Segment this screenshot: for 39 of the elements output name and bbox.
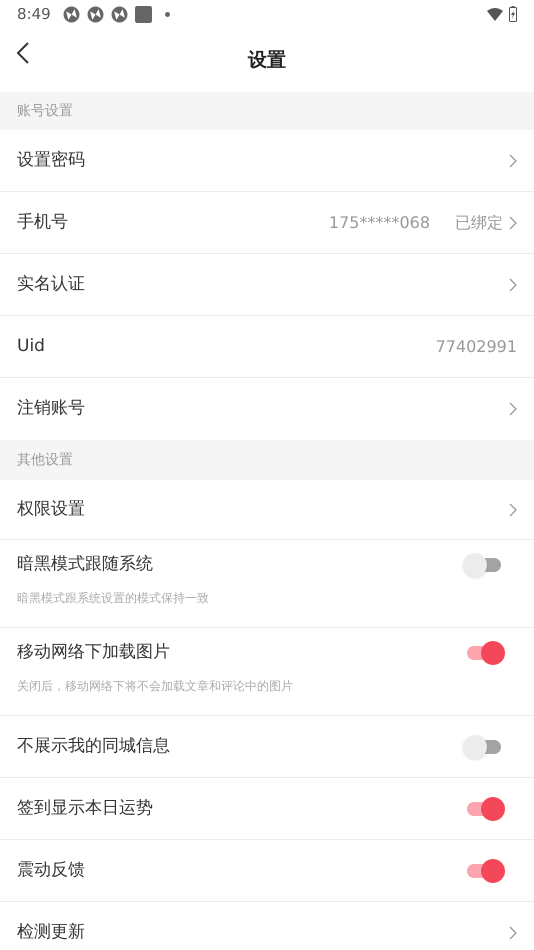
section-title: 其他设置 [17,450,73,470]
row-value: 175*****068 [328,212,430,234]
toggle-switch[interactable] [467,796,505,820]
square-notification-icon [134,6,152,22]
battery-charging-icon [509,6,517,22]
row-label: 移动网络下加载图片 [17,641,170,664]
chevron-right-icon [509,502,517,516]
row-label: 权限设置 [17,498,85,521]
toggle-switch[interactable] [463,734,501,758]
row-label: Uid [17,334,45,358]
row-label: 实名认证 [17,272,85,296]
row-label: 签到显示本日运势 [17,796,153,820]
toggle-switch[interactable] [463,553,501,577]
status-time: 8:49 [17,4,51,25]
app-notification-icon [62,6,80,22]
dot-icon [164,12,170,16]
back-icon[interactable] [16,42,30,64]
row-label: 检测更新 [17,921,85,944]
toggle-switch[interactable] [467,858,505,882]
toggle-switch[interactable] [467,641,505,665]
app-notification-icon [86,6,104,22]
row-label: 设置密码 [17,148,85,172]
chevron-right-icon [509,926,517,940]
chevron-right-icon [509,278,517,292]
wifi-icon [487,8,503,20]
chevron-right-icon [509,402,517,416]
row-description: 关闭后，移动网络下将不会加载文章和评论中的图片 [17,679,293,693]
app-notification-icon [110,6,128,22]
row-label: 不展示我的同城信息 [17,734,170,758]
row-label: 手机号 [17,210,68,234]
page-title: 设置 [248,48,286,73]
row-label: 震动反馈 [17,858,85,882]
row-status: 已绑定 [455,212,503,234]
row-value: 77402991 [436,336,517,358]
row-description: 暗黑模式跟系统设置的模式保持一致 [17,591,209,605]
row-label: 注销账号 [17,397,85,420]
row-label: 暗黑模式跟随系统 [17,553,153,576]
chevron-right-icon [509,154,517,168]
section-title: 账号设置 [17,102,73,120]
